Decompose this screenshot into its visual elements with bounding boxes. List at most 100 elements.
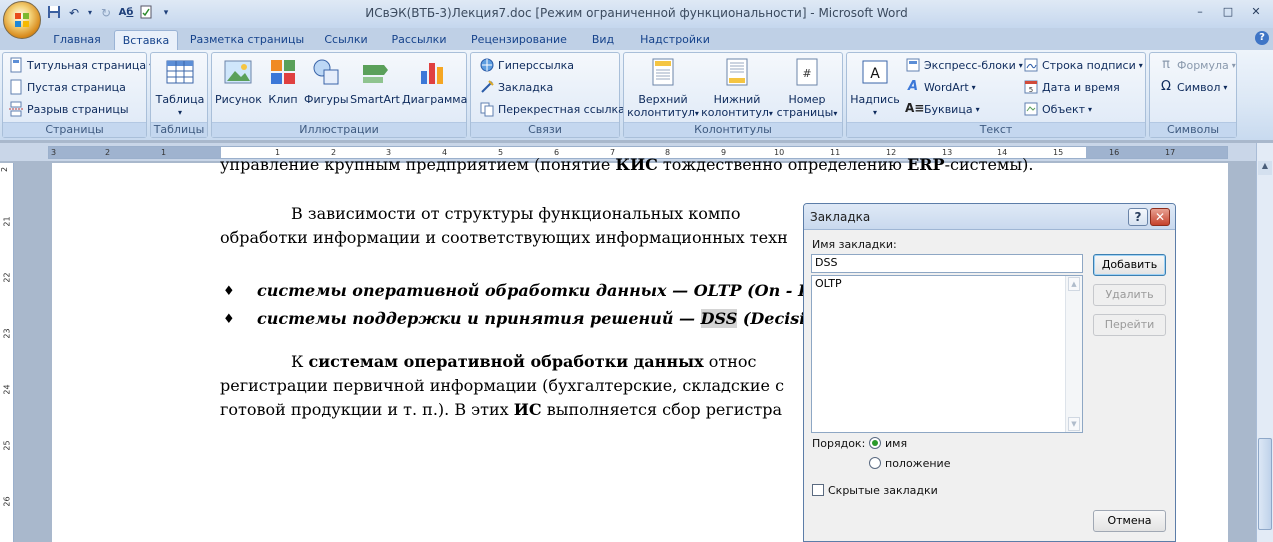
blank-page-icon: [8, 79, 24, 95]
tab-review[interactable]: Рецензирование: [468, 30, 570, 50]
cross-reference-button[interactable]: Перекрестная ссылка: [479, 99, 625, 119]
office-button[interactable]: [3, 1, 41, 39]
shapes-button[interactable]: Фигуры: [304, 57, 349, 106]
page-number-label-2: страницы: [776, 106, 834, 119]
bullet-item-dss: системы поддержки и принятия решений — D…: [257, 309, 845, 328]
cover-page-label: Титульная страница: [27, 58, 147, 72]
picture-icon: [224, 60, 252, 84]
minimize-button[interactable]: –: [1187, 4, 1213, 21]
group-text: A Надпись ▾ Экспресс-блоки ▾ A WordArt ▾ A…: [846, 52, 1146, 138]
bookmark-dialog: Закладка ? ✕ Имя закладки: DSS OLTP ▲ ▼ …: [803, 203, 1176, 542]
quick-parts-button[interactable]: Экспресс-блоки ▾: [905, 55, 1023, 75]
object-button[interactable]: Объект ▾: [1023, 99, 1092, 119]
table-button[interactable]: Таблица ▾: [155, 57, 205, 119]
vruler-number: 26: [2, 496, 12, 507]
smartart-icon: [363, 65, 388, 83]
tab-addins[interactable]: Надстройки: [636, 30, 714, 50]
hyperlink-button[interactable]: Гиперссылка: [479, 55, 574, 75]
group-header-footer-label: Колонтитулы: [624, 122, 842, 137]
calendar-icon: 5: [1023, 79, 1039, 95]
text-run-bold: системам оперативной обработки данных: [308, 352, 704, 371]
vertical-ruler[interactable]: 2 21 22 23 24 25 26: [0, 163, 14, 542]
sort-order-label: Порядок:: [812, 437, 866, 450]
text-run: системы поддержки и принятия решений —: [257, 309, 701, 328]
cover-page-button[interactable]: Титульная страница▾: [8, 55, 153, 75]
list-scrollbar[interactable]: ▲ ▼: [1065, 276, 1082, 432]
goto-button[interactable]: Перейти: [1093, 314, 1166, 336]
symbol-button[interactable]: Ω Символ ▾: [1158, 77, 1227, 97]
sort-by-location-radio[interactable]: [869, 457, 881, 469]
cancel-button[interactable]: Отмена: [1093, 510, 1166, 532]
ruler-number: 15: [1053, 148, 1064, 157]
smartart-label: SmartArt: [350, 93, 400, 106]
group-text-label: Текст: [847, 122, 1145, 137]
drop-cap-button[interactable]: A≡ Буквица ▾: [905, 99, 980, 119]
list-scroll-down-icon[interactable]: ▼: [1068, 417, 1080, 431]
help-icon[interactable]: ?: [1255, 31, 1269, 45]
wordart-button[interactable]: A WordArt ▾: [905, 77, 976, 97]
wordart-label: WordArt: [924, 80, 969, 94]
wordart-icon: A: [907, 79, 919, 94]
drop-cap-label: Буквица: [924, 102, 973, 116]
maximize-button[interactable]: □: [1215, 4, 1241, 21]
svg-text:#: #: [802, 67, 811, 80]
table-icon: [166, 60, 194, 84]
close-button[interactable]: ✕: [1243, 4, 1269, 21]
text-box-button[interactable]: A Надпись ▾: [850, 57, 900, 119]
vertical-scrollbar[interactable]: ▲: [1256, 143, 1273, 542]
list-item[interactable]: OLTP: [812, 276, 1082, 291]
tab-insert[interactable]: Вставка: [114, 30, 178, 50]
chart-button[interactable]: Диаграмма: [402, 57, 467, 106]
signature-line-button[interactable]: Строка подписи ▾: [1023, 55, 1143, 75]
picture-button[interactable]: Рисунок: [215, 57, 262, 106]
text-run: готовой продукции и т. п.). В этих: [220, 400, 514, 419]
page-number-button[interactable]: # Номер страницы▾: [774, 57, 840, 120]
text-run: относ: [703, 352, 757, 371]
ribbon-tabs: Главная Вставка Разметка страницы Ссылки…: [0, 28, 1273, 50]
group-symbols-label: Символы: [1150, 122, 1236, 137]
text-run: тождественно определению: [657, 155, 908, 174]
sort-by-name-label[interactable]: имя: [885, 437, 907, 450]
equation-button[interactable]: π Формула ▾: [1158, 55, 1236, 75]
list-scroll-up-icon[interactable]: ▲: [1068, 277, 1080, 291]
page-break-label: Разрыв страницы: [27, 102, 129, 116]
sort-by-name-radio[interactable]: [869, 437, 881, 449]
tab-view[interactable]: Вид: [586, 30, 620, 50]
page-number-label: Номер: [788, 93, 826, 106]
scrollbar-thumb[interactable]: [1258, 438, 1272, 530]
dialog-title-bar[interactable]: Закладка ? ✕: [804, 204, 1175, 230]
tab-mailings[interactable]: Рассылки: [388, 30, 450, 50]
bookmark-selection: DSS: [700, 309, 738, 328]
signature-line-label: Строка подписи: [1042, 58, 1136, 72]
text-run: выполняется сбор регистра: [541, 400, 783, 419]
add-button[interactable]: Добавить: [1093, 254, 1166, 276]
ruler-number: 2: [105, 148, 111, 157]
clip-art-button[interactable]: Клип: [266, 57, 300, 106]
sort-by-location-label[interactable]: положение: [885, 457, 950, 470]
hidden-bookmarks-checkbox[interactable]: [812, 484, 824, 496]
page-break-button[interactable]: Разрыв страницы: [8, 99, 129, 119]
blank-page-button[interactable]: Пустая страница: [8, 77, 126, 97]
dialog-close-button[interactable]: ✕: [1150, 208, 1170, 226]
tab-page-layout[interactable]: Разметка страницы: [189, 30, 305, 50]
group-tables: Таблица ▾ Таблицы: [150, 52, 208, 138]
vruler-number: 24: [2, 384, 12, 395]
bookmark-label: Закладка: [498, 80, 554, 94]
bookmark-name-input[interactable]: DSS: [811, 254, 1083, 273]
header-button[interactable]: Верхний колонтитул▾: [627, 57, 699, 120]
group-header-footer: Верхний колонтитул▾ Нижний колонтитул▾ #…: [623, 52, 843, 138]
delete-button[interactable]: Удалить: [1093, 284, 1166, 306]
scroll-up-icon[interactable]: ▲: [1258, 161, 1272, 175]
bookmark-button[interactable]: Закладка: [479, 77, 553, 97]
svg-text:5: 5: [1029, 86, 1033, 94]
hidden-bookmarks-label[interactable]: Скрытые закладки: [828, 484, 938, 497]
date-time-button[interactable]: 5 Дата и время: [1023, 77, 1120, 97]
bookmark-list[interactable]: OLTP ▲ ▼: [811, 275, 1083, 433]
tab-home[interactable]: Главная: [52, 30, 102, 50]
ribbon: Титульная страница▾ Пустая страница Разр…: [0, 50, 1273, 140]
ruler-left-margin: [49, 147, 221, 158]
footer-button[interactable]: Нижний колонтитул▾: [700, 57, 774, 120]
dialog-help-button[interactable]: ?: [1128, 208, 1148, 226]
tab-references[interactable]: Ссылки: [321, 30, 371, 50]
smartart-button[interactable]: SmartArt: [350, 57, 400, 106]
